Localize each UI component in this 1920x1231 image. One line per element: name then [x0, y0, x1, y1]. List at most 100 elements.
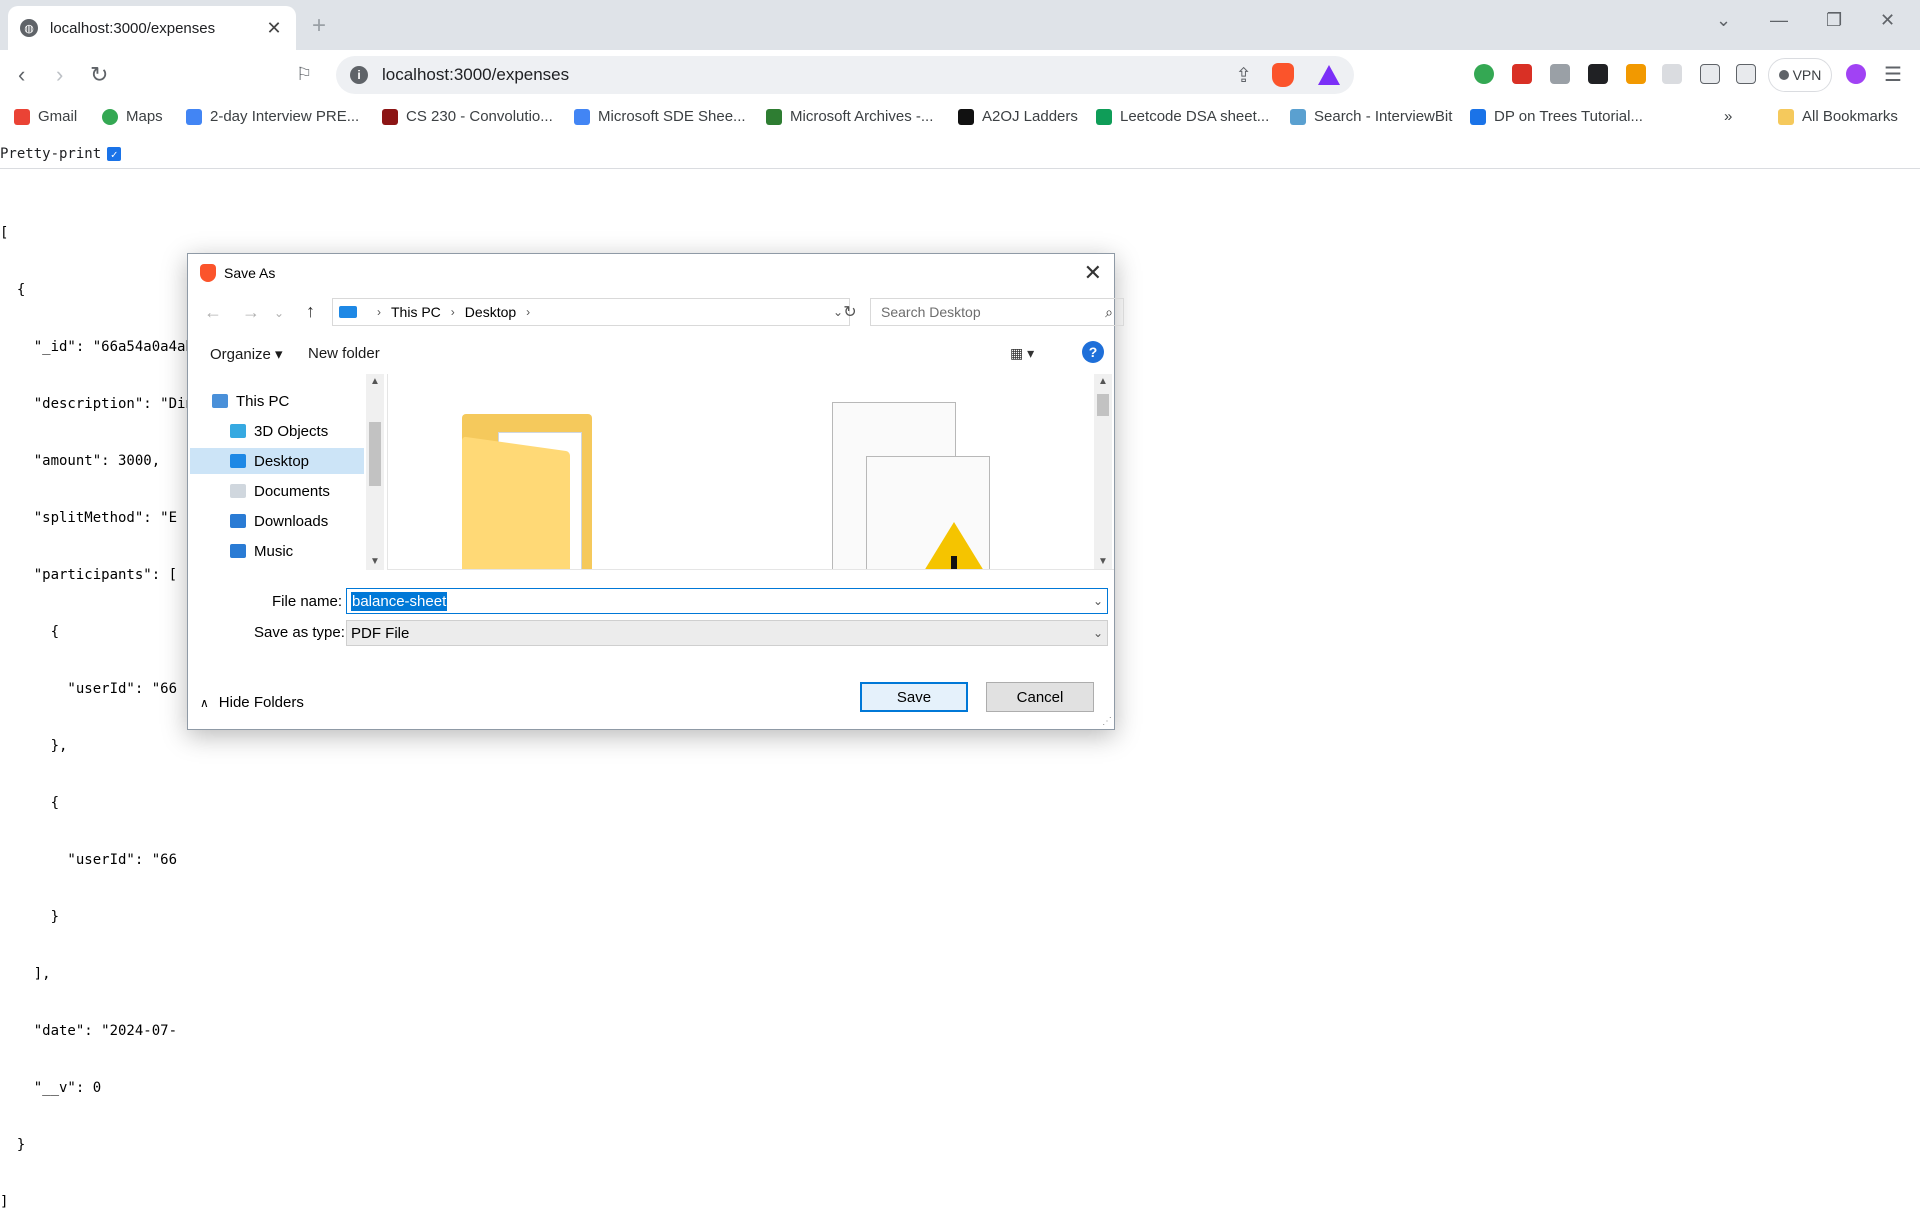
forward-arrow-icon[interactable]: → [242, 302, 260, 323]
scroll-up-icon[interactable]: ▲ [1098, 376, 1108, 387]
search-icon: ⌕ [1105, 303, 1113, 320]
refresh-icon[interactable]: ↻ [838, 298, 862, 326]
help-icon[interactable]: ? [1082, 341, 1104, 363]
forward-icon[interactable]: › [56, 62, 63, 88]
breadcrumb-this-pc[interactable]: This PC [391, 304, 441, 320]
desktop-icon [230, 454, 246, 468]
vpn-button[interactable]: VPN [1768, 58, 1832, 92]
vpn-label: VPN [1792, 67, 1822, 83]
extension-red-icon[interactable] [1512, 64, 1532, 84]
computer-icon [212, 394, 228, 408]
bookmark-interviewbit[interactable]: Search - InterviewBit [1290, 108, 1452, 125]
chevron-right-icon[interactable]: › [526, 305, 530, 319]
share-icon[interactable]: ⇪ [1235, 63, 1252, 88]
nav-item-desktop[interactable]: Desktop [190, 448, 364, 474]
chevron-right-icon[interactable]: › [451, 305, 455, 319]
file-name-input[interactable]: balance-sheet ⌄ [346, 588, 1108, 614]
json-line: { [0, 795, 60, 811]
nav-item-music[interactable]: Music [190, 538, 364, 564]
save-button[interactable]: Save [860, 682, 968, 712]
reload-icon[interactable]: ↻ [90, 62, 108, 88]
save-type-select[interactable]: PDF File ⌄ [346, 620, 1108, 646]
nav-item-this-pc[interactable]: This PC [190, 388, 364, 414]
file-name-value[interactable]: balance-sheet [351, 591, 448, 611]
chevron-down-icon[interactable]: ⌄ [1093, 626, 1103, 640]
back-icon[interactable]: ‹ [18, 62, 25, 88]
new-folder-button[interactable]: New folder [308, 345, 380, 362]
cancel-button[interactable]: Cancel [986, 682, 1094, 712]
window-close-icon[interactable]: ✕ [1880, 10, 1895, 31]
bookmark-microsoft-archives[interactable]: Microsoft Archives -... [766, 108, 933, 125]
docs-icon [186, 108, 202, 125]
nav-item-3d-objects[interactable]: 3D Objects [190, 418, 364, 444]
scroll-down-icon[interactable]: ▼ [370, 556, 380, 567]
tab-search-icon[interactable]: ⌄ [1716, 10, 1731, 31]
bookmark-maps[interactable]: Maps [102, 108, 163, 125]
bookmark-interview-prep[interactable]: 2-day Interview PRE... [186, 108, 359, 125]
sidebar-icon[interactable] [1700, 64, 1720, 84]
chevron-right-icon[interactable]: › [377, 305, 381, 319]
resize-grip-icon[interactable]: ⋰ [1102, 716, 1112, 727]
organize-menu[interactable]: Organize ▾ [210, 345, 283, 363]
bookmark-icon[interactable]: ⚐ [296, 64, 312, 85]
view-options-icon[interactable]: ▦ ▾ [1010, 345, 1034, 362]
site-info-icon[interactable]: i [350, 66, 368, 84]
nav-item-documents[interactable]: Documents [190, 478, 364, 504]
nav-scroll-thumb[interactable] [369, 422, 381, 486]
browser-tab[interactable]: ◍ localhost:3000/expenses ✕ [8, 6, 296, 50]
minimize-icon[interactable]: — [1770, 10, 1788, 31]
all-bookmarks-button[interactable]: All Bookmarks [1778, 108, 1898, 125]
organize-label: Organize [210, 346, 271, 363]
pretty-print-label: Pretty-print [0, 146, 102, 162]
file-scrollbar[interactable]: ▲ ▼ [1094, 374, 1112, 569]
up-arrow-icon[interactable]: ↑ [306, 301, 315, 322]
bookmarks-bar: Gmail Maps 2-day Interview PRE... CS 230… [0, 100, 1920, 138]
extension-color-icon[interactable] [1626, 64, 1646, 84]
tab-close-icon[interactable]: ✕ [264, 18, 284, 39]
bookmark-dp-trees[interactable]: DP on Trees Tutorial... [1470, 108, 1643, 125]
bookmark-label: Gmail [38, 108, 78, 125]
hide-folders-label: Hide Folders [218, 694, 304, 711]
hide-folders-button[interactable]: ∧ Hide Folders [200, 694, 304, 711]
recent-dropdown-icon[interactable]: ⌄ [274, 306, 284, 320]
nav-scrollbar[interactable]: ▲ ▼ [366, 374, 384, 570]
bookmark-cs230[interactable]: CS 230 - Convolutio... [382, 108, 553, 125]
bookmarks-overflow-button[interactable]: » [1724, 108, 1732, 125]
new-tab-icon[interactable]: + [312, 12, 326, 40]
extension-chart-icon[interactable] [1550, 64, 1570, 84]
breadcrumb-desktop[interactable]: Desktop [465, 304, 516, 320]
chevron-down-icon[interactable]: ⌄ [1093, 594, 1103, 608]
pretty-print-checkbox[interactable]: ✓ [107, 147, 122, 161]
pretty-print-toggle[interactable]: Pretty-print ✓ [0, 146, 122, 162]
scroll-down-icon[interactable]: ▼ [1098, 556, 1108, 567]
folder-front-shape [462, 436, 570, 569]
search-input[interactable]: Search Desktop ⌕ [870, 298, 1124, 326]
documents-icon [230, 484, 246, 498]
nav-label: Downloads [254, 512, 329, 530]
dialog-close-icon[interactable]: ✕ [1084, 260, 1102, 286]
scroll-up-icon[interactable]: ▲ [370, 376, 380, 387]
json-line: "date": "2024-07- [0, 1023, 178, 1039]
wallet-icon[interactable] [1736, 64, 1756, 84]
menu-icon[interactable]: ☰ [1884, 62, 1902, 87]
extensions-puzzle-icon[interactable] [1662, 64, 1682, 84]
chart-icon [1470, 108, 1486, 125]
address-bar[interactable]: i localhost:3000/expenses ⇪ [336, 56, 1354, 94]
bookmark-microsoft-sde[interactable]: Microsoft SDE Shee... [574, 108, 746, 125]
brave-rewards-icon[interactable] [1318, 65, 1340, 85]
back-arrow-icon[interactable]: ← [204, 302, 222, 323]
bookmark-gmail[interactable]: Gmail [14, 108, 77, 125]
restore-icon[interactable]: ❐ [1826, 10, 1842, 31]
extension-swirl-icon[interactable] [1846, 64, 1866, 84]
url-text[interactable]: localhost:3000/expenses [382, 65, 1235, 85]
bookmark-leetcode-dsa[interactable]: Leetcode DSA sheet... [1096, 108, 1269, 125]
extension-plus-icon[interactable] [1474, 64, 1494, 84]
brave-shields-icon[interactable] [1272, 63, 1294, 87]
file-scroll-thumb[interactable] [1097, 394, 1109, 416]
extension-lh-icon[interactable] [1588, 64, 1608, 84]
nav-item-downloads[interactable]: Downloads [190, 508, 364, 534]
bookmark-a2oj[interactable]: A2OJ Ladders [958, 108, 1078, 125]
gfg-icon [766, 108, 782, 125]
path-breadcrumb[interactable]: › This PC › Desktop › ⌄ [332, 298, 850, 326]
docs-icon [574, 108, 590, 125]
